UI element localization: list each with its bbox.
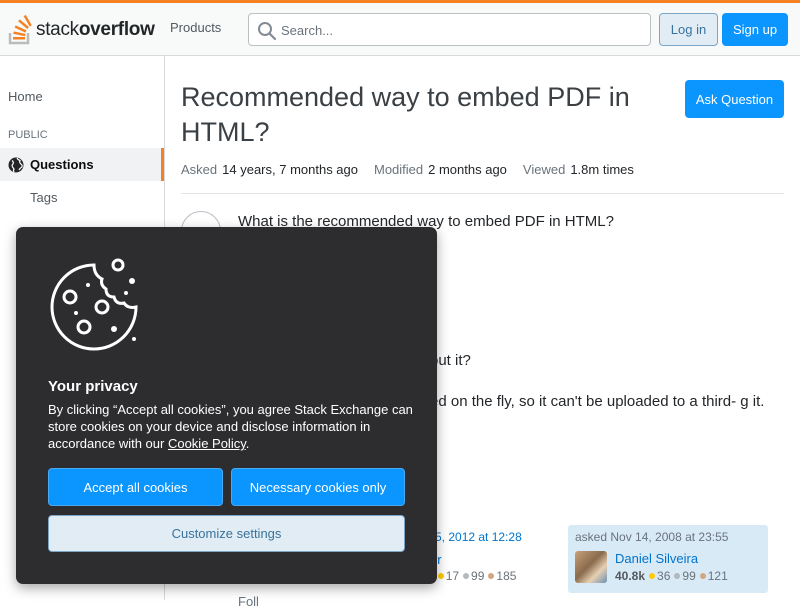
login-button[interactable]: Log in [659, 13, 718, 46]
sidebar-section-public: PUBLIC [8, 129, 48, 141]
search-input[interactable] [281, 20, 641, 40]
search-box[interactable] [248, 13, 651, 46]
logo-wordmark: stackoverflow [36, 19, 155, 40]
cookie-consent-dialog: Your privacy By clicking “Accept all coo… [16, 227, 437, 584]
follow-link[interactable]: Foll [238, 594, 259, 609]
products-menu[interactable]: Products [170, 20, 221, 35]
necessary-cookies-button[interactable]: Necessary cookies only [231, 468, 405, 506]
sidebar-item-questions[interactable]: Questions [0, 148, 164, 181]
top-bar: stackoverflow Products Log in Sign up [0, 3, 800, 56]
owner-asked-date: asked Nov 14, 2008 at 23:55 [575, 530, 729, 544]
asked-meta: Asked 14 years, 7 months ago [181, 162, 358, 177]
question-meta: Asked 14 years, 7 months ago Modified 2 mo… [181, 162, 634, 177]
cookie-policy-link[interactable]: Cookie Policy [168, 436, 246, 451]
customize-settings-button[interactable]: Customize settings [48, 515, 405, 552]
header-divider [181, 193, 784, 194]
cookie-dialog-title: Your privacy [48, 378, 138, 395]
ask-question-button[interactable]: Ask Question [685, 80, 784, 118]
owner-name-link[interactable]: Daniel Silveira [615, 551, 698, 566]
stackoverflow-logo-icon [8, 14, 32, 45]
avatar[interactable] [575, 551, 607, 583]
sidebar-item-home[interactable]: Home [8, 89, 43, 104]
sidebar-item-tags[interactable]: Tags [30, 190, 57, 205]
question-body-text-3: ed on the fly, so it can't be uploaded t… [430, 393, 765, 410]
editor-reputation: k1799185 [427, 569, 516, 583]
cookie-dialog-text: By clicking “Accept all cookies”, you ag… [48, 402, 413, 451]
question-title[interactable]: Recommended way to embed PDF in HTML? [181, 80, 661, 150]
edited-date-link[interactable]: 5, 2012 at 12:28 [435, 530, 522, 544]
site-logo[interactable]: stackoverflow [8, 13, 155, 47]
owner-reputation: 40.8k 36 99 121 [615, 569, 728, 583]
signup-button[interactable]: Sign up [722, 13, 788, 46]
viewed-meta: Viewed 1.8m times [522, 162, 634, 177]
modified-meta: Modified 2 months ago [374, 162, 507, 177]
owner-user-card: asked Nov 14, 2008 at 23:55 Daniel Silve… [568, 525, 768, 593]
accept-all-cookies-button[interactable]: Accept all cookies [48, 468, 223, 506]
sidebar-item-questions-label: Questions [30, 157, 94, 172]
search-icon [258, 22, 277, 41]
globe-icon [8, 157, 24, 172]
cookie-icon [50, 258, 138, 351]
